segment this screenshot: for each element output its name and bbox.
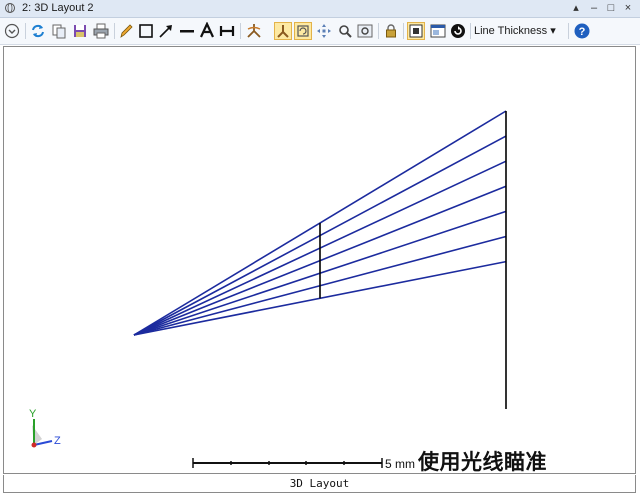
window-title: 2: 3D Layout 2 <box>22 2 94 14</box>
scale-bar-label: 5 mm <box>385 457 415 471</box>
chevron-down-icon: ▾ <box>550 25 556 37</box>
title-bar: 2: 3D Layout 2 ▴ – □ × <box>0 0 640 18</box>
text-icon[interactable] <box>198 22 216 40</box>
copy-icon[interactable] <box>50 22 68 40</box>
toolbar-separator <box>470 23 471 39</box>
pin-button[interactable]: ▴ <box>568 0 584 17</box>
rotate-icon[interactable] <box>245 22 263 40</box>
refresh-icon[interactable] <box>29 22 47 40</box>
zoom-window-icon[interactable] <box>356 22 374 40</box>
lock-icon[interactable] <box>382 22 400 40</box>
rectangle-icon[interactable] <box>137 22 155 40</box>
layout-plot: Y Z 5 mm <box>29 110 507 471</box>
toolbar-separator <box>114 23 115 39</box>
close-button[interactable]: × <box>620 0 636 17</box>
axis-y-label: Y <box>29 408 37 420</box>
reset-icon[interactable] <box>449 22 467 40</box>
zoom-icon[interactable] <box>336 22 354 40</box>
scale-bar: 5 mm <box>192 457 415 471</box>
toolbar-separator <box>25 23 26 39</box>
maximize-button[interactable]: □ <box>603 0 619 17</box>
toolbar: Line Thickness ▾ ? <box>0 18 640 45</box>
axis-origin <box>31 442 37 448</box>
layout-canvas[interactable]: Y Z 5 mm <box>3 46 636 474</box>
print-icon[interactable] <box>92 22 110 40</box>
pencil-icon[interactable] <box>117 22 135 40</box>
pan-icon[interactable] <box>315 22 333 40</box>
toolbar-separator <box>568 23 569 39</box>
minimize-button[interactable]: – <box>586 0 602 17</box>
window-app-icon <box>4 2 16 14</box>
dimension-icon[interactable] <box>218 22 236 40</box>
toolbar-separator <box>403 23 404 39</box>
save-image-icon[interactable] <box>71 22 89 40</box>
line-icon[interactable] <box>178 22 196 40</box>
toolbar-separator <box>378 23 379 39</box>
axis-z-label: Z <box>54 435 61 447</box>
axis-icon[interactable] <box>274 22 292 40</box>
overlay-caption: 使用光线瞄准 <box>418 450 547 474</box>
dropdown-circle-icon[interactable] <box>3 22 21 40</box>
axis-indicator: Y Z <box>29 408 61 448</box>
footer-label: 3D Layout <box>3 475 636 493</box>
rotate-view-icon[interactable] <box>294 22 312 40</box>
window-icon[interactable] <box>429 22 447 40</box>
line-thickness-label: Line Thickness <box>474 25 548 37</box>
line-thickness-dropdown[interactable]: Line Thickness ▾ <box>474 23 556 39</box>
help-icon[interactable]: ? <box>573 22 591 40</box>
toolbar-separator <box>240 23 241 39</box>
svg-text:?: ? <box>579 26 586 38</box>
arrow-icon[interactable] <box>157 22 175 40</box>
fit-view-icon[interactable] <box>407 22 425 40</box>
